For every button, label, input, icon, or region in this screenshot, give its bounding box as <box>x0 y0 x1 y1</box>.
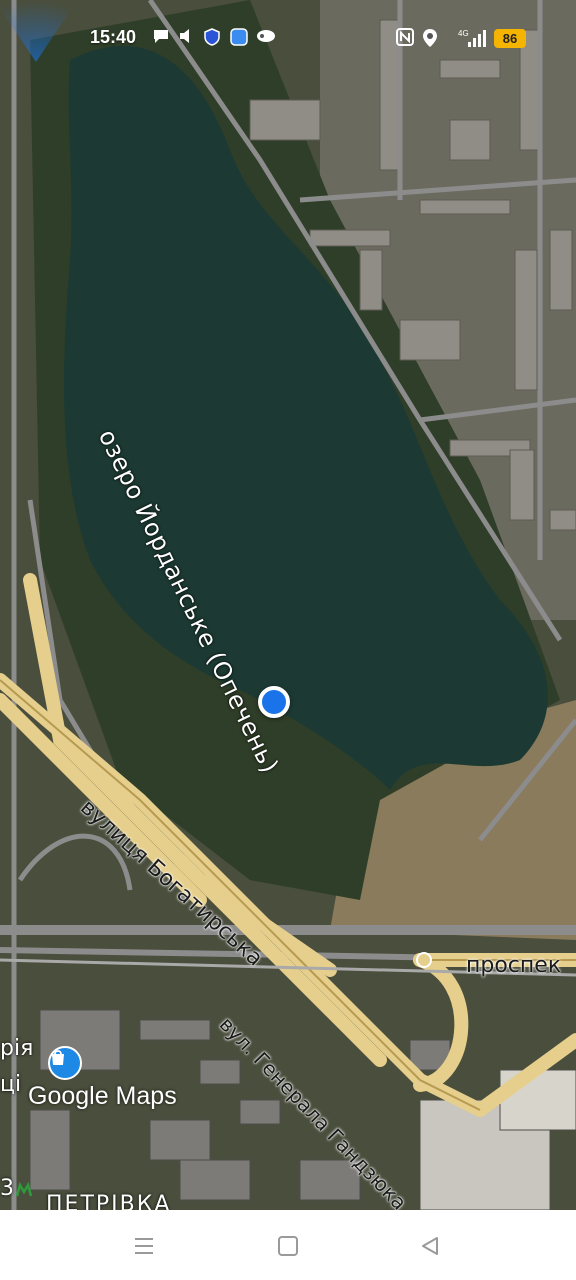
back-icon[interactable] <box>416 1232 444 1260</box>
metro-icon[interactable] <box>16 1182 32 1198</box>
app-icon <box>230 28 250 48</box>
network-type: 4G <box>458 29 469 38</box>
chat-icon <box>152 28 172 48</box>
map-view[interactable]: 15:40 4G 86 озеро Йорданське (Опечень) в… <box>0 0 576 1210</box>
district-label-petrivka[interactable]: ПЕТРІВКА <box>46 1192 171 1210</box>
status-bar: 15:40 4G 86 <box>0 0 576 76</box>
speaker-icon <box>178 28 198 48</box>
street-label-prospect[interactable]: проспек <box>466 953 561 978</box>
place-label-tsi[interactable]: ці <box>0 1072 21 1097</box>
place-label-rija[interactable]: рія <box>0 1036 33 1061</box>
battery-indicator: 86 <box>494 29 526 48</box>
metro-label[interactable]: 3 <box>0 1176 14 1201</box>
shopping-bag-icon <box>52 1050 64 1065</box>
gamepad-icon <box>256 28 276 48</box>
status-time: 15:40 <box>90 27 137 47</box>
menu-icon[interactable] <box>130 1232 158 1260</box>
satellite-map <box>0 0 576 1210</box>
shield-icon <box>204 28 224 48</box>
shopping-place-pin[interactable] <box>48 1046 82 1080</box>
nfc-icon <box>396 28 416 48</box>
google-maps-logo: Google Maps <box>28 1082 177 1110</box>
location-icon <box>422 28 442 48</box>
home-icon[interactable] <box>274 1232 302 1260</box>
navigation-bar <box>0 1210 576 1280</box>
location-direction-beam <box>0 0 72 62</box>
current-location-dot[interactable] <box>258 686 290 718</box>
